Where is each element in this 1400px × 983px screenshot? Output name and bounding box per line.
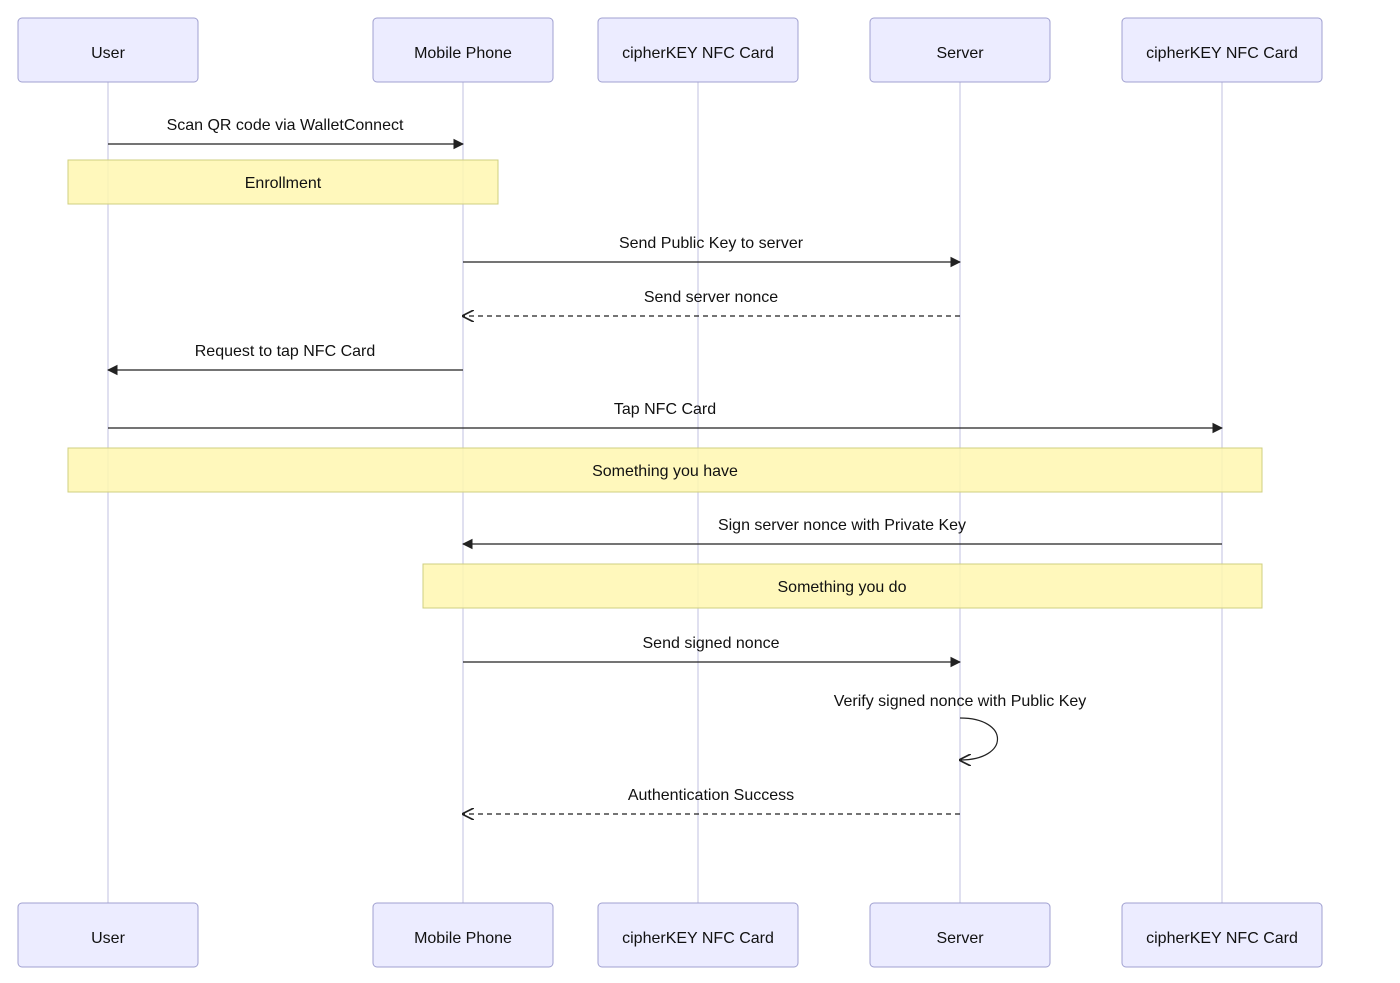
actor-server-label: Server bbox=[936, 45, 984, 62]
msg-send-pubkey-label: Send Public Key to server bbox=[619, 235, 804, 252]
actor-mobile-label: Mobile Phone bbox=[414, 45, 512, 62]
msg-scan-qr-label: Scan QR code via WalletConnect bbox=[167, 117, 404, 134]
actor-nfc1-label-bottom: cipherKEY NFC Card bbox=[622, 930, 774, 947]
actor-nfc2-label-bottom: cipherKEY NFC Card bbox=[1146, 930, 1298, 947]
note-something-do-label: Something you do bbox=[778, 579, 907, 596]
actor-user-label-bottom: User bbox=[91, 930, 125, 947]
actor-mobile-label-bottom: Mobile Phone bbox=[414, 930, 512, 947]
msg-verify bbox=[960, 718, 998, 760]
msg-request-tap-label: Request to tap NFC Card bbox=[195, 343, 376, 360]
msg-auth-success-label: Authentication Success bbox=[628, 787, 794, 804]
sequence-diagram: User Mobile Phone cipherKEY NFC Card Ser… bbox=[0, 0, 1400, 983]
msg-send-signed-label: Send signed nonce bbox=[643, 635, 780, 652]
actor-server-label-bottom: Server bbox=[936, 930, 984, 947]
actor-nfc2-label: cipherKEY NFC Card bbox=[1146, 45, 1298, 62]
msg-server-nonce-label: Send server nonce bbox=[644, 289, 778, 306]
actor-nfc1-label: cipherKEY NFC Card bbox=[622, 45, 774, 62]
actor-user-label: User bbox=[91, 45, 125, 62]
note-something-have-label: Something you have bbox=[592, 463, 738, 480]
msg-sign-nonce-label: Sign server nonce with Private Key bbox=[718, 517, 966, 534]
note-enrollment-label: Enrollment bbox=[245, 175, 322, 192]
msg-verify-label: Verify signed nonce with Public Key bbox=[834, 693, 1087, 710]
msg-tap-nfc-label: Tap NFC Card bbox=[614, 401, 716, 418]
